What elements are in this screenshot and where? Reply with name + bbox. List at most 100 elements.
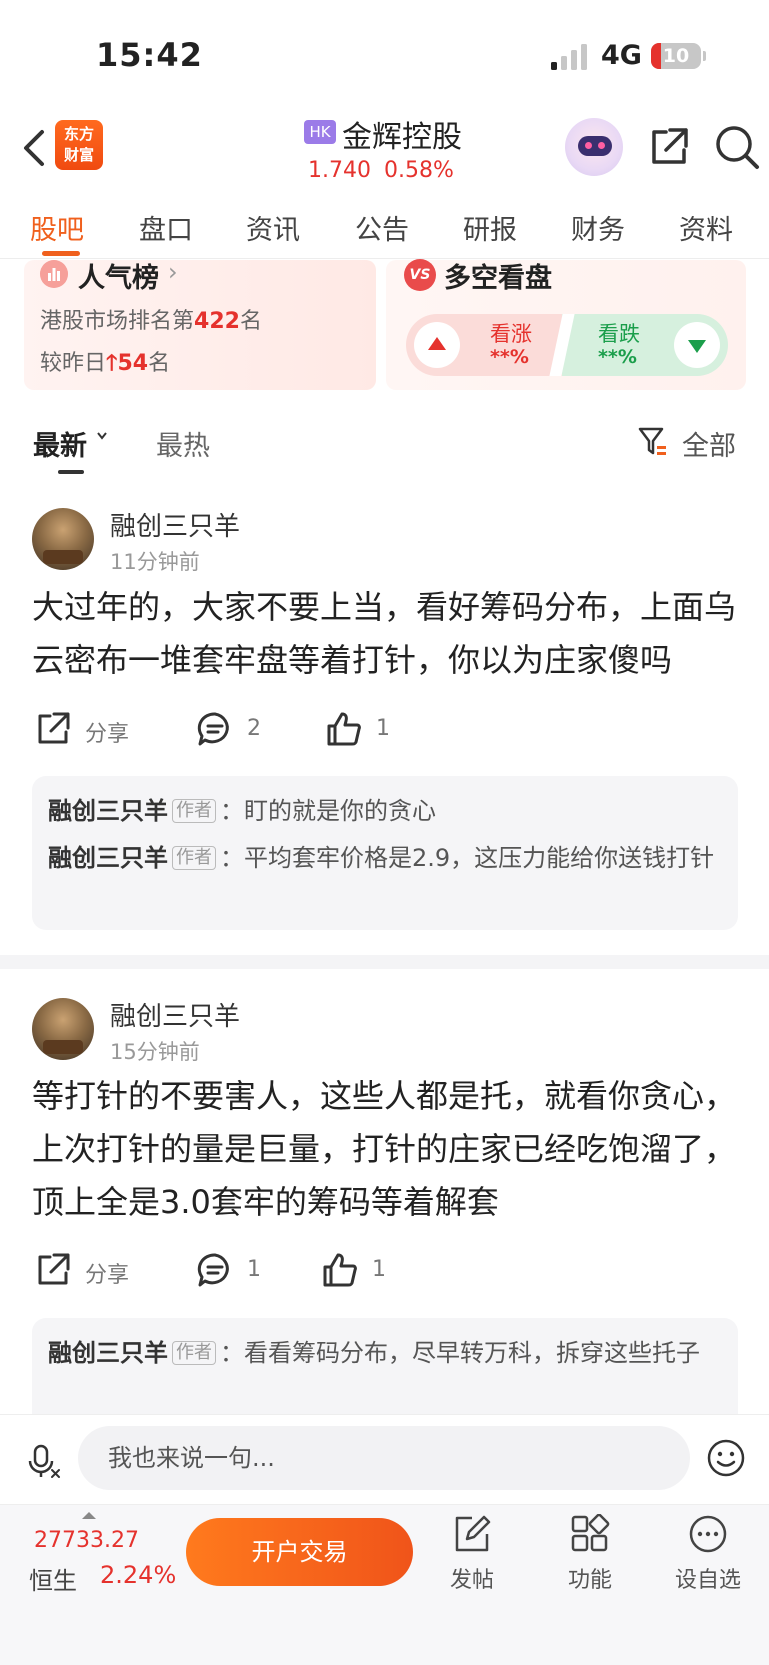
post-time: 11分钟前 xyxy=(110,550,200,574)
filter-label[interactable]: 全部 xyxy=(682,424,736,463)
arrow-up-icon: 🡑 xyxy=(106,351,118,376)
reply-author: 融创三只羊 xyxy=(48,1339,168,1367)
post-content[interactable]: 大过年的，大家不要上当，看好筹码分布，上面乌云密布一堆套牢盘等着打针，你以为庄家… xyxy=(32,581,742,687)
tab-guba[interactable]: 股吧 xyxy=(30,208,84,247)
like-count[interactable]: 1 xyxy=(376,716,390,741)
comment-icon[interactable] xyxy=(197,1252,233,1288)
market-rank-prefix: 港股市场排名第 xyxy=(40,309,195,334)
sort-hot[interactable]: 最热 xyxy=(156,424,210,463)
battery-percent: 10 xyxy=(662,45,690,67)
triangle-up-icon xyxy=(82,1512,96,1519)
comment-input[interactable]: 我也来说一句... xyxy=(78,1426,690,1490)
stock-change-pct: 0.58% xyxy=(384,158,454,183)
thumbs-up-icon[interactable] xyxy=(326,711,362,747)
robot-eye xyxy=(598,142,605,149)
tab-research[interactable]: 研报 xyxy=(463,208,517,247)
share-label[interactable]: 分享 xyxy=(85,716,129,748)
market-rank-value: 422 xyxy=(194,309,240,334)
like-count[interactable]: 1 xyxy=(372,1257,386,1282)
app-logo[interactable]: 东方 财富 xyxy=(55,120,103,170)
nav-functions[interactable]: 功能 xyxy=(540,1562,640,1594)
author-badge: 作者 xyxy=(172,846,216,870)
reply-text: 看看筹码分布，尽早转万科，拆穿这些托子 xyxy=(244,1339,700,1367)
author-badge: 作者 xyxy=(172,1341,216,1365)
index-change-pct[interactable]: 2.24% xyxy=(100,1561,176,1589)
rank-change-prefix: 较昨日 xyxy=(40,351,107,376)
reply-author: 融创三只羊 xyxy=(48,844,168,872)
bull-bear-title: 多空看盘 xyxy=(444,263,552,294)
avatar-detail xyxy=(43,550,83,564)
tab-finance[interactable]: 财务 xyxy=(571,208,625,247)
robot-face xyxy=(578,136,612,156)
open-account-button[interactable]: 开户交易 xyxy=(186,1518,413,1586)
reply-separator: ： xyxy=(220,844,244,872)
rank-change-value: 54 xyxy=(117,351,149,376)
triangle-down-icon xyxy=(688,340,706,353)
comment-icon[interactable] xyxy=(197,711,233,747)
post-divider xyxy=(0,955,769,969)
comment-count[interactable]: 2 xyxy=(247,716,261,741)
index-name[interactable]: 恒生 xyxy=(29,1561,77,1596)
avatar-detail xyxy=(43,1040,83,1054)
rank-change: 较昨日🡑54名 xyxy=(40,345,170,384)
logo-line-1: 东方 xyxy=(63,125,94,143)
share-icon[interactable] xyxy=(648,126,690,168)
sort-latest[interactable]: 最新 xyxy=(33,424,87,463)
reply-separator: ： xyxy=(220,797,244,825)
post-author[interactable]: 融创三只羊 xyxy=(110,506,240,543)
bearish-label: 看跌 xyxy=(598,322,640,346)
tab-news[interactable]: 资讯 xyxy=(246,208,300,247)
chevron-right-icon: › xyxy=(168,258,178,286)
reply-item[interactable]: 融创三只羊 作者 ：盯的就是你的贪心 xyxy=(48,792,718,830)
reply-item[interactable]: 融创三只羊 作者 ：平均套牢价格是2.9，这压力能给你送钱打针 xyxy=(48,839,718,877)
stock-price: 1.740 xyxy=(308,158,371,183)
market-tag: HK xyxy=(304,120,336,144)
network-label: 4G xyxy=(601,40,642,71)
apps-icon[interactable] xyxy=(570,1514,610,1554)
bullish-label: 看涨 xyxy=(490,322,532,346)
share-icon[interactable] xyxy=(35,1252,71,1288)
comment-count[interactable]: 1 xyxy=(247,1257,261,1282)
reply-author: 融创三只羊 xyxy=(48,797,168,825)
thumbs-up-icon[interactable] xyxy=(322,1252,358,1288)
nav-post[interactable]: 发帖 xyxy=(422,1562,522,1594)
bearish-value: **% xyxy=(598,346,637,368)
reply-text: 平均套牢价格是2.9，这压力能给你送钱打针 xyxy=(244,844,715,872)
popularity-title: 人气榜 xyxy=(78,263,159,294)
share-icon[interactable] xyxy=(35,711,71,747)
voice-input-icon[interactable] xyxy=(26,1444,62,1480)
author-badge: 作者 xyxy=(172,799,216,823)
post-content[interactable]: 等打针的不要害人，这些人都是托，就看你贪心，上次打针的量是巨量，打针的庄家已经吃… xyxy=(32,1070,742,1229)
triangle-up-icon xyxy=(428,337,446,350)
nav-add-watchlist[interactable]: 设自选 xyxy=(658,1562,758,1594)
bullish-value: **% xyxy=(490,346,529,368)
chevron-down-icon xyxy=(97,432,107,440)
more-icon[interactable] xyxy=(688,1514,728,1554)
compose-icon[interactable] xyxy=(452,1514,492,1554)
emoji-icon[interactable] xyxy=(706,1438,746,1478)
signal-icon xyxy=(551,44,587,70)
sort-active-indicator xyxy=(58,470,84,474)
tab-active-indicator xyxy=(42,251,80,256)
index-value[interactable]: 27733.27 xyxy=(34,1528,139,1553)
tab-pankou[interactable]: 盘口 xyxy=(139,208,193,247)
stock-name: 金辉控股 xyxy=(342,120,462,155)
post-author[interactable]: 融创三只羊 xyxy=(110,996,240,1033)
status-time: 15:42 xyxy=(96,36,203,74)
back-icon[interactable] xyxy=(20,128,50,168)
market-rank-suffix: 名 xyxy=(239,309,262,334)
share-label[interactable]: 分享 xyxy=(85,1257,129,1289)
search-icon[interactable] xyxy=(714,124,760,170)
vs-icon: VS xyxy=(404,259,436,291)
filter-icon[interactable] xyxy=(638,426,668,458)
tab-profile[interactable]: 资料 xyxy=(679,208,733,247)
reply-separator: ： xyxy=(220,1339,244,1367)
market-rank: 港股市场排名第422名 xyxy=(40,303,262,335)
tab-announcement[interactable]: 公告 xyxy=(355,208,409,247)
rank-change-suffix: 名 xyxy=(148,351,171,376)
robot-eye xyxy=(585,142,592,149)
reply-text: 盯的就是你的贪心 xyxy=(244,797,436,825)
post-time: 15分钟前 xyxy=(110,1040,200,1064)
reply-item[interactable]: 融创三只羊 作者 ：看看筹码分布，尽早转万科，拆穿这些托子 xyxy=(48,1334,718,1372)
rank-chart-icon xyxy=(40,260,68,288)
